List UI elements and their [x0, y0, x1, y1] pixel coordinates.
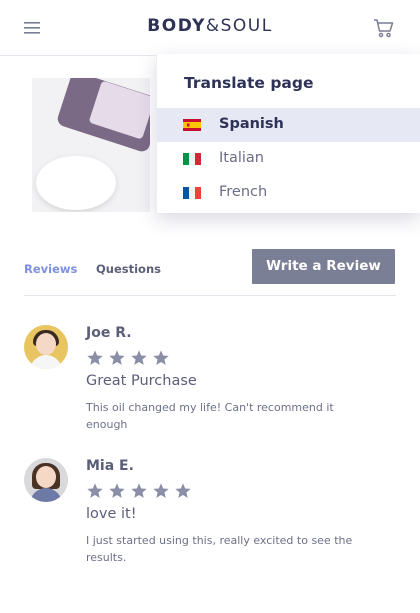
reviewer-name: Joe R. — [86, 325, 132, 341]
language-option-italian[interactable]: Italian — [157, 142, 420, 176]
star-icon — [131, 350, 147, 365]
france-flag-icon — [183, 187, 201, 199]
review-body: I just started using this, really excite… — [86, 534, 353, 564]
review-item: Mia E. love it! I just started using thi… — [24, 458, 396, 568]
star-icon — [153, 483, 169, 498]
product-image — [32, 78, 150, 212]
tab-reviews[interactable]: Reviews — [24, 262, 77, 276]
divider — [24, 295, 396, 296]
tab-questions[interactable]: Questions — [96, 262, 161, 276]
write-review-button[interactable]: Write a Review — [252, 249, 395, 284]
star-icon — [87, 483, 103, 498]
language-label: Spanish — [219, 116, 284, 132]
language-label: French — [219, 184, 268, 200]
language-option-spanish[interactable]: Spanish — [157, 108, 420, 142]
star-rating — [86, 482, 196, 500]
review-title: love it! — [86, 506, 137, 522]
avatar — [24, 325, 68, 369]
language-label: Italian — [219, 150, 264, 166]
star-icon — [153, 350, 169, 365]
logo-part2: &SOUL — [205, 16, 273, 36]
header: BODY&SOUL — [0, 0, 420, 56]
star-rating — [86, 349, 174, 367]
avatar — [24, 458, 68, 502]
spain-flag-icon — [183, 119, 201, 131]
translate-title: Translate page — [184, 74, 314, 92]
star-icon — [109, 483, 125, 498]
shopping-cart-icon[interactable] — [372, 16, 398, 42]
brand-logo[interactable]: BODY&SOUL — [0, 16, 420, 36]
star-icon — [109, 350, 125, 365]
translate-page-dropdown: Translate page Spanish Italian French — [156, 54, 420, 213]
logo-part1: BODY — [147, 16, 206, 36]
star-icon — [87, 350, 103, 365]
reviewer-name: Mia E. — [86, 458, 134, 474]
review-body: This oil changed my life! Can't recommen… — [86, 401, 334, 431]
language-option-french[interactable]: French — [157, 176, 420, 210]
italy-flag-icon — [183, 153, 201, 165]
review-title: Great Purchase — [86, 373, 197, 389]
star-icon — [131, 483, 147, 498]
star-icon — [175, 483, 191, 498]
cream-dish — [36, 156, 116, 210]
review-item: Joe R. Great Purchase This oil changed m… — [24, 325, 396, 435]
